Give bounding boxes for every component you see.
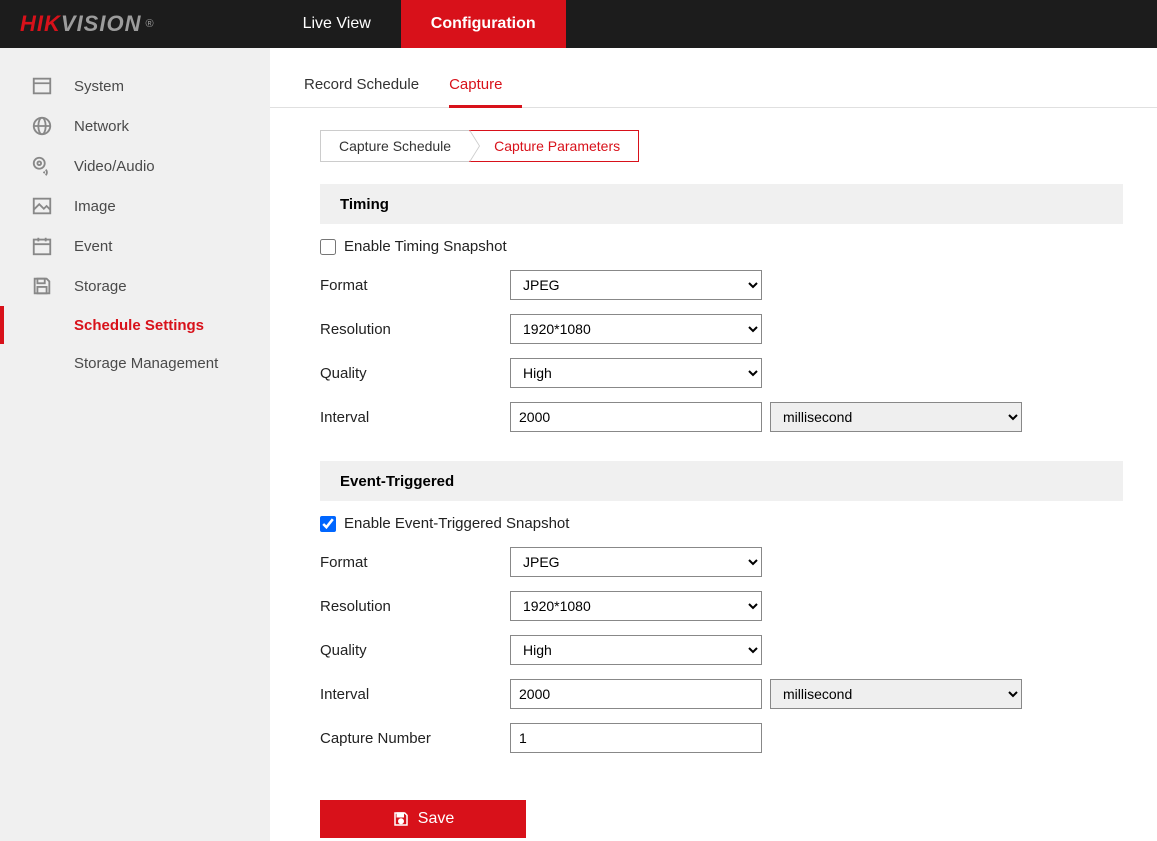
event-interval-unit-select[interactable]: millisecond xyxy=(770,679,1022,709)
sidebar-item-label: Image xyxy=(74,198,116,215)
sidebar-item-video-audio[interactable]: Video/Audio xyxy=(0,146,270,186)
brand-reg: ® xyxy=(145,18,154,30)
window-icon xyxy=(30,74,54,98)
breadcrumb-capture-schedule[interactable]: Capture Schedule xyxy=(320,130,469,162)
event-interval-input[interactable] xyxy=(510,679,762,709)
timing-interval-input[interactable] xyxy=(510,402,762,432)
event-format-label: Format xyxy=(320,554,510,571)
event-form: Enable Event-Triggered Snapshot Format J… xyxy=(320,501,1157,760)
calendar-icon xyxy=(30,234,54,258)
timing-resolution-label: Resolution xyxy=(320,321,510,338)
globe-icon xyxy=(30,114,54,138)
event-resolution-select[interactable]: 1920*1080 xyxy=(510,591,762,621)
sidebar-item-label: Video/Audio xyxy=(74,158,155,175)
brand-logo: HIKVISION® xyxy=(0,11,183,37)
video-audio-icon xyxy=(30,154,54,178)
sidebar-item-label: System xyxy=(74,78,124,95)
sidebar: System Network Video/Audio Image Event xyxy=(0,48,270,841)
breadcrumb: Capture Schedule Capture Parameters xyxy=(320,130,1157,162)
brand-part1: HIK xyxy=(20,11,61,37)
brand-part2: VISION xyxy=(61,11,142,37)
timing-interval-label: Interval xyxy=(320,409,510,426)
sidebar-item-system[interactable]: System xyxy=(0,66,270,106)
tabs: Record Schedule Capture xyxy=(270,68,1157,108)
image-icon xyxy=(30,194,54,218)
sidebar-item-label: Storage xyxy=(74,278,127,295)
timing-interval-unit-select[interactable]: millisecond xyxy=(770,402,1022,432)
sidebar-item-label: Event xyxy=(74,238,112,255)
event-interval-label: Interval xyxy=(320,686,510,703)
nav-live-view[interactable]: Live View xyxy=(273,0,401,48)
timing-format-select[interactable]: JPEG xyxy=(510,270,762,300)
sidebar-item-storage[interactable]: Storage xyxy=(0,266,270,306)
timing-format-label: Format xyxy=(320,277,510,294)
tab-record-schedule[interactable]: Record Schedule xyxy=(304,68,439,107)
main-content: Record Schedule Capture Capture Schedule… xyxy=(270,48,1157,841)
section-header-timing: Timing xyxy=(320,184,1123,224)
sidebar-item-label: Network xyxy=(74,118,129,135)
sidebar-child-storage-management[interactable]: Storage Management xyxy=(0,344,270,382)
event-capture-number-label: Capture Number xyxy=(320,730,510,747)
enable-timing-checkbox[interactable] xyxy=(320,239,336,255)
enable-timing-label: Enable Timing Snapshot xyxy=(344,238,507,255)
event-format-select[interactable]: JPEG xyxy=(510,547,762,577)
event-quality-select[interactable]: High xyxy=(510,635,762,665)
save-disk-icon xyxy=(392,810,410,828)
save-button[interactable]: Save xyxy=(320,800,526,838)
sidebar-child-schedule-settings[interactable]: Schedule Settings xyxy=(0,306,270,344)
timing-form: Enable Timing Snapshot Format JPEG Resol… xyxy=(320,224,1157,439)
tab-capture[interactable]: Capture xyxy=(449,68,522,108)
topbar: HIKVISION® Live View Configuration xyxy=(0,0,1157,48)
enable-event-label: Enable Event-Triggered Snapshot xyxy=(344,515,569,532)
save-disk-icon xyxy=(30,274,54,298)
event-resolution-label: Resolution xyxy=(320,598,510,615)
enable-event-checkbox[interactable] xyxy=(320,516,336,532)
section-header-event: Event-Triggered xyxy=(320,461,1123,501)
sidebar-item-event[interactable]: Event xyxy=(0,226,270,266)
nav-configuration[interactable]: Configuration xyxy=(401,0,566,48)
timing-resolution-select[interactable]: 1920*1080 xyxy=(510,314,762,344)
save-button-label: Save xyxy=(418,810,454,828)
sidebar-item-image[interactable]: Image xyxy=(0,186,270,226)
timing-quality-select[interactable]: High xyxy=(510,358,762,388)
timing-quality-label: Quality xyxy=(320,365,510,382)
event-quality-label: Quality xyxy=(320,642,510,659)
sidebar-item-network[interactable]: Network xyxy=(0,106,270,146)
breadcrumb-capture-parameters[interactable]: Capture Parameters xyxy=(469,130,639,162)
event-capture-number-input[interactable] xyxy=(510,723,762,753)
